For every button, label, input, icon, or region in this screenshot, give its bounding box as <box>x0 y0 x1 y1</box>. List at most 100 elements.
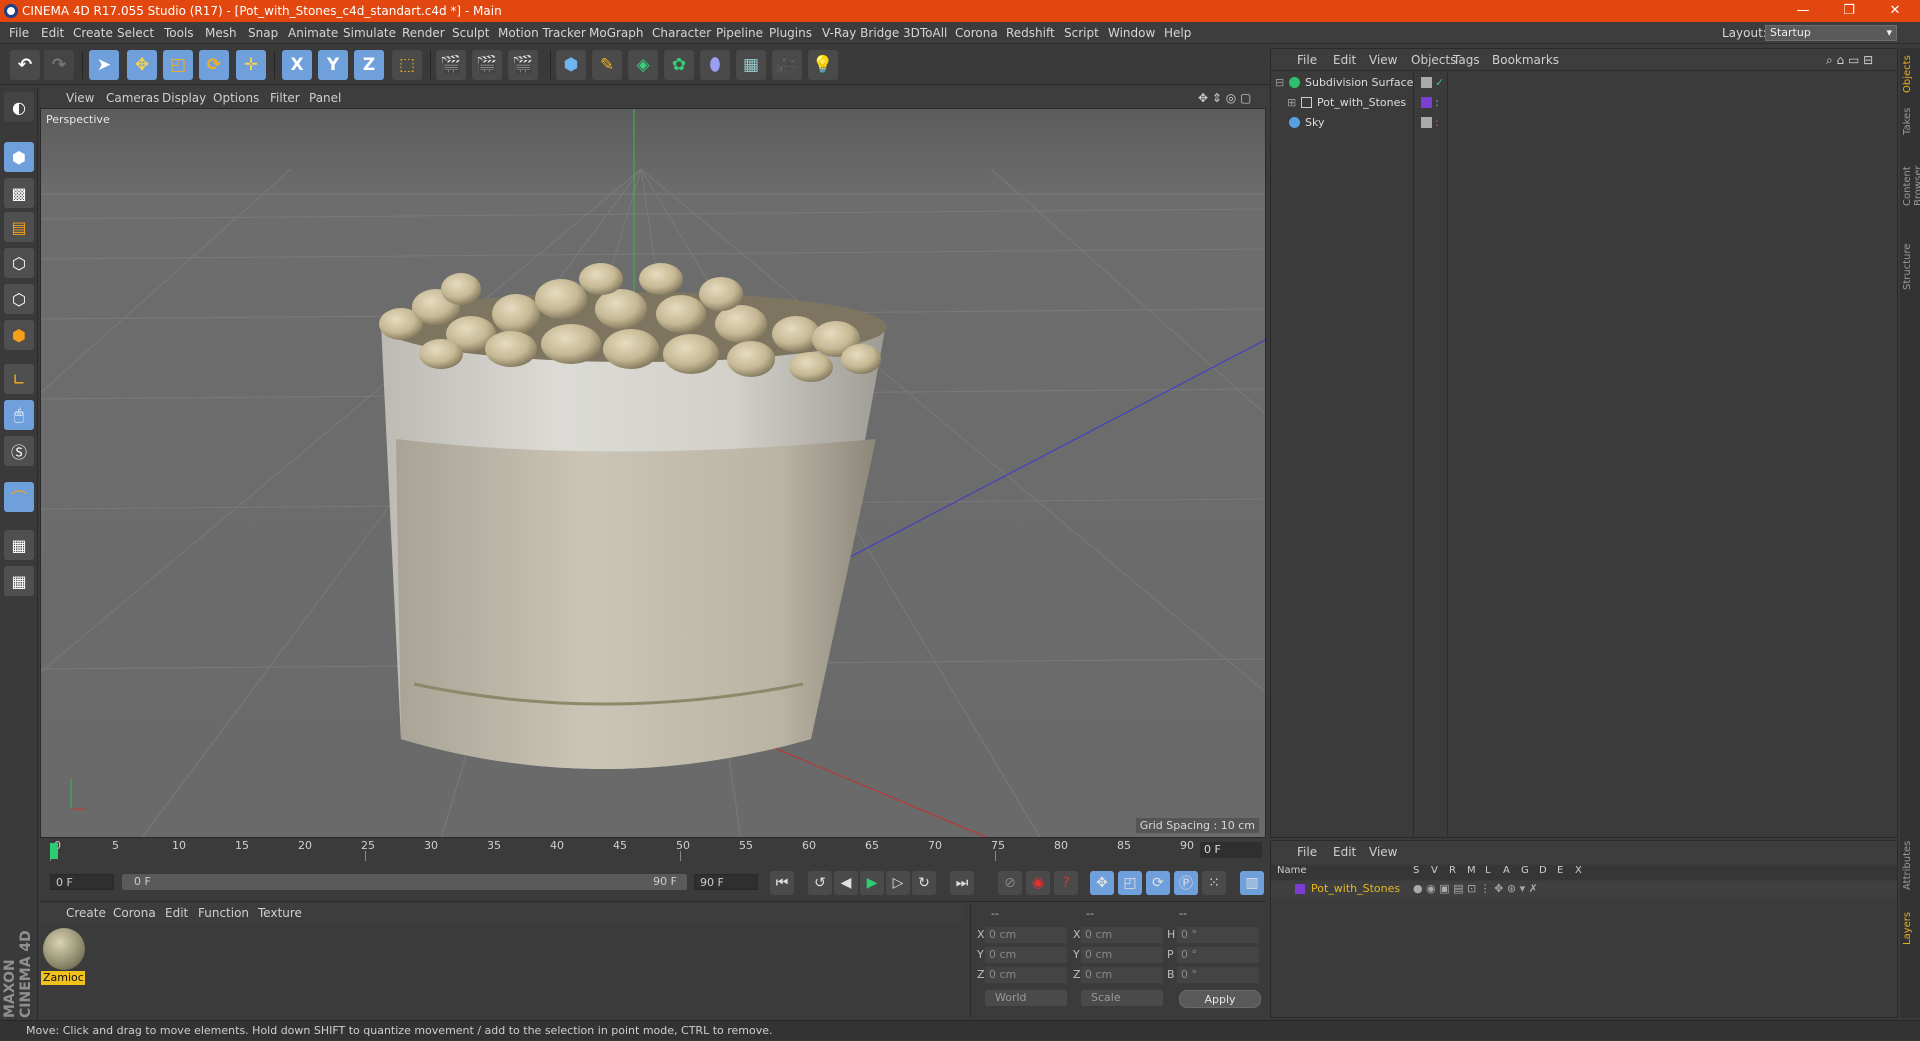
start-frame-field[interactable]: 0 F <box>50 874 114 890</box>
tab-objects[interactable]: Objects <box>1902 54 1918 94</box>
menu-corona[interactable]: Corona <box>955 22 998 44</box>
layer-name[interactable]: Pot_with_Stones <box>1311 881 1400 897</box>
object-menu-edit[interactable]: Edit <box>1333 49 1356 71</box>
layer-color-icon[interactable] <box>1421 97 1432 108</box>
render-settings-button[interactable]: 🎬 <box>508 50 538 80</box>
add-camera-button[interactable]: 🎥 <box>772 50 802 80</box>
polygons-mode-button[interactable]: ⬢ <box>4 320 34 350</box>
menu-3dtoall[interactable]: 3DToAll <box>903 22 947 44</box>
redo-button[interactable]: ↷ <box>44 50 74 80</box>
layer-menu-view[interactable]: View <box>1369 841 1397 863</box>
playhead[interactable] <box>50 843 58 859</box>
layer-menu-edit[interactable]: Edit <box>1333 841 1356 863</box>
key-param-button[interactable]: Ⓟ <box>1174 871 1198 895</box>
menu-motion-tracker[interactable]: Motion Tracker <box>498 22 586 44</box>
render-view-button[interactable]: 🎬 <box>436 50 466 80</box>
rotation-h-field[interactable]: 0 ° <box>1177 927 1259 943</box>
menu-snap[interactable]: Snap <box>248 22 278 44</box>
autokey-button[interactable]: ◉ <box>1026 871 1050 895</box>
object-menu-view[interactable]: View <box>1369 49 1397 71</box>
transform-tool-button[interactable]: ✛ <box>236 50 266 80</box>
menu-mesh[interactable]: Mesh <box>205 22 237 44</box>
menu-pipeline[interactable]: Pipeline <box>716 22 763 44</box>
viewport-menu-options[interactable]: Options <box>213 88 259 108</box>
position-z-field[interactable]: 0 cm <box>985 967 1067 983</box>
coordinate-system-button[interactable]: ⬚ <box>392 50 422 80</box>
visibility-dot-icon[interactable]: : <box>1435 113 1439 132</box>
add-floor-button[interactable]: ▦ <box>736 50 766 80</box>
material-menu-edit[interactable]: Edit <box>165 903 188 923</box>
viewport-menu-cameras[interactable]: Cameras <box>106 88 159 108</box>
z-axis-lock-button[interactable]: Z <box>354 50 384 80</box>
key-scale-button[interactable]: ◰ <box>1118 871 1142 895</box>
material-name[interactable]: Zamioc <box>41 971 85 985</box>
next-frame-button[interactable]: ▷ <box>886 871 910 895</box>
key-position-button[interactable]: ✥ <box>1090 871 1114 895</box>
viewport-menu-display[interactable]: Display <box>162 88 206 108</box>
timeline-ruler[interactable]: 0 5 10 15 20 25 30 35 40 45 50 55 60 65 … <box>40 839 1266 861</box>
menu-script[interactable]: Script <box>1064 22 1099 44</box>
object-row-sky[interactable]: Sky : <box>1273 113 1893 132</box>
rotate-tool-button[interactable]: ⟳ <box>199 50 229 80</box>
perspective-viewport[interactable]: Perspective Grid Spacing : 10 cm <box>40 108 1266 838</box>
menu-character[interactable]: Character <box>652 22 711 44</box>
menu-simulate[interactable]: Simulate <box>343 22 396 44</box>
layer-row[interactable]: Pot_with_Stones ● ◉ ▣ ▤ ⊡ ⋮ ✥ ⊛ ▾ ✗ <box>1271 881 1897 897</box>
previous-key-button[interactable]: ↺ <box>808 871 832 895</box>
workplane-mode-button[interactable]: ▤ <box>4 212 34 242</box>
minimize-button[interactable]: — <box>1780 0 1826 22</box>
material-menu-texture[interactable]: Texture <box>258 903 302 923</box>
timeline-window-button[interactable]: ▥ <box>1240 871 1264 895</box>
end-frame-field[interactable]: 90 F <box>694 874 758 890</box>
menu-help[interactable]: Help <box>1164 22 1191 44</box>
menu-create[interactable]: Create <box>73 22 113 44</box>
enabled-check-icon[interactable]: ✓ <box>1435 73 1444 92</box>
layer-color-swatch[interactable] <box>1295 884 1305 894</box>
object-menu-bookmarks[interactable]: Bookmarks <box>1492 49 1559 71</box>
layer-toggle-icons[interactable]: ● ◉ ▣ ▤ ⊡ ⋮ ✥ ⊛ ▾ ✗ <box>1413 881 1538 897</box>
previous-frame-button[interactable]: ◀ <box>834 871 858 895</box>
tab-content-browser[interactable]: Content Browser <box>1902 146 1920 226</box>
move-tool-button[interactable]: ✥ <box>127 50 157 80</box>
visibility-toggle-icon[interactable] <box>1421 117 1432 128</box>
menu-plugins[interactable]: Plugins <box>769 22 812 44</box>
menu-window[interactable]: Window <box>1108 22 1155 44</box>
material-preview-swatch[interactable] <box>43 928 85 970</box>
add-mograph-button[interactable]: ✿ <box>664 50 694 80</box>
object-name[interactable]: Subdivision Surface <box>1305 73 1413 92</box>
add-light-button[interactable]: 💡 <box>808 50 838 80</box>
viewport-menu-view[interactable]: View <box>66 88 94 108</box>
texture-mode-button[interactable]: ▩ <box>4 178 34 208</box>
grid-rotate-button[interactable]: ▦ <box>4 566 34 596</box>
workplane-lock-button[interactable]: ▦ <box>4 530 34 560</box>
layout-select[interactable]: Startup ▾ <box>1765 25 1897 41</box>
menu-render[interactable]: Render <box>402 22 445 44</box>
frame-ruler[interactable]: 0 5 10 15 20 25 30 35 40 45 50 55 60 65 … <box>50 839 1200 861</box>
layer-menu-file[interactable]: File <box>1297 841 1317 863</box>
coordinate-mode-select[interactable]: World <box>985 990 1067 1006</box>
menu-animate[interactable]: Animate <box>288 22 338 44</box>
next-key-button[interactable]: ↻ <box>912 871 936 895</box>
menu-tools[interactable]: Tools <box>164 22 194 44</box>
menu-vray-bridge[interactable]: V-Ray Bridge <box>822 22 899 44</box>
scale-tool-button[interactable]: ◰ <box>163 50 193 80</box>
size-y-field[interactable]: 0 cm <box>1081 947 1163 963</box>
material-menu-corona[interactable]: Corona <box>113 903 156 923</box>
size-x-field[interactable]: 0 cm <box>1081 927 1163 943</box>
make-editable-button[interactable]: ◐ <box>4 92 34 122</box>
size-z-field[interactable]: 0 cm <box>1081 967 1163 983</box>
add-deformer-button[interactable]: ⬮ <box>700 50 730 80</box>
key-pla-button[interactable]: ⁙ <box>1202 871 1226 895</box>
position-y-field[interactable]: 0 cm <box>985 947 1067 963</box>
menu-file[interactable]: File <box>9 22 29 44</box>
object-menu-tags[interactable]: Tags <box>1453 49 1480 71</box>
close-button[interactable]: ✕ <box>1872 0 1918 22</box>
object-name[interactable]: Sky <box>1305 113 1324 132</box>
tab-attributes[interactable]: Attributes <box>1902 838 1918 893</box>
tab-structure[interactable]: Structure <box>1902 242 1918 292</box>
tweak-mode-button[interactable]: 🖱 <box>4 400 34 430</box>
restore-button[interactable]: ❐ <box>1826 0 1872 22</box>
object-menu-objects[interactable]: Objects <box>1411 49 1456 71</box>
viewport-navigate-icon[interactable]: ✥ ⇕ ◎ ▢ <box>1198 88 1251 108</box>
snap-button[interactable]: ⌒ <box>4 482 34 512</box>
